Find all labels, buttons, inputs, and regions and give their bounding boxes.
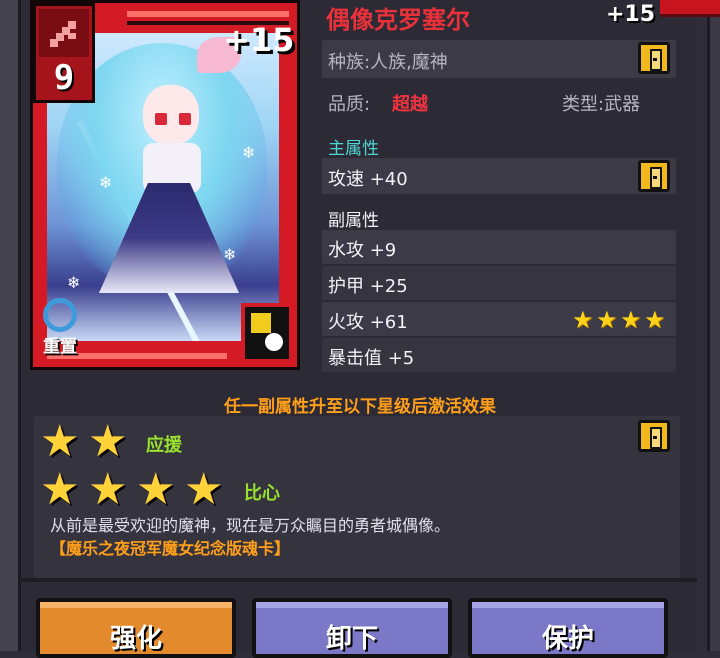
quality-value: 超越 (392, 94, 428, 115)
reset-label: 重置 (43, 337, 77, 357)
main-attr-title: 主属性 (328, 139, 379, 159)
item-name: 偶像克罗塞尔 (326, 6, 470, 34)
lock-icon[interactable] (638, 160, 670, 192)
sub-attr-text: 暴击值 +5 (328, 348, 415, 369)
quality-label: 品质: (328, 94, 371, 115)
reset-button[interactable]: 重置 (43, 298, 113, 360)
right-frame (707, 0, 720, 651)
top-red-tab[interactable] (660, 0, 720, 17)
snowflake-icon: ❄ (242, 143, 256, 162)
race-text: 种族:人族,魔神 (328, 52, 448, 73)
star-icon: ★ (40, 416, 80, 467)
left-frame (0, 0, 21, 651)
star-icon: ★ (644, 306, 666, 334)
star-icon: ★ (88, 464, 128, 515)
protect-button[interactable]: 保护 (468, 598, 668, 658)
sub-attr-text: 水攻 +9 (328, 240, 397, 261)
card-slot-badge (241, 303, 293, 363)
card-level: 9 (53, 58, 75, 98)
sub-attr-title: 副属性 (328, 211, 379, 231)
art-eye (155, 113, 167, 125)
art-eye (179, 113, 191, 125)
sub-attr-text: 护甲 +25 (328, 276, 408, 297)
sub-attr-text: 火攻 +61 (328, 312, 408, 333)
soul-card[interactable]: ❄ ❄ ❄ ❄ 9 +15 重置 (30, 0, 300, 370)
main-attr-value: 攻速 +40 (328, 169, 408, 190)
type-text: 类型:武器 (562, 94, 641, 115)
star-icon: ★ (572, 306, 594, 334)
star-icon: ★ (136, 464, 176, 515)
star-icon: ★ (620, 306, 642, 334)
effect-title: 任一副属性升至以下星级后激活效果 (224, 397, 496, 417)
star-icon: ★ (88, 416, 128, 467)
item-tag: 【魔乐之夜冠军魔女纪念版魂卡】 (50, 539, 291, 558)
star-icon: ★ (596, 306, 618, 334)
effect-tier-label: 应援 (146, 435, 182, 456)
effect-tier-label: 比心 (244, 483, 280, 504)
lock-icon[interactable] (638, 420, 670, 452)
snowflake-icon: ❄ (99, 173, 113, 192)
star-icon: ★ (40, 464, 80, 515)
enhance-button[interactable]: 强化 (36, 598, 236, 658)
item-description: 从前是最受欢迎的魔神，现在是万众瞩目的勇者城偶像。 (50, 516, 451, 535)
snowflake-icon: ❄ (67, 273, 81, 292)
level-badge: 9 (33, 3, 95, 103)
lock-icon[interactable] (638, 42, 670, 74)
face-icon (265, 333, 283, 351)
cat-icon (251, 313, 271, 333)
card-upgrade-level: +15 (223, 21, 295, 59)
item-upgrade-level: +15 (606, 2, 656, 27)
snowflake-icon: ❄ (223, 245, 237, 264)
weapon-type-icon (39, 9, 89, 57)
reset-icon (43, 298, 77, 332)
unequip-button[interactable]: 卸下 (252, 598, 452, 658)
divider (21, 578, 697, 582)
card-top-stripe (127, 11, 289, 17)
star-icon: ★ (184, 464, 224, 515)
